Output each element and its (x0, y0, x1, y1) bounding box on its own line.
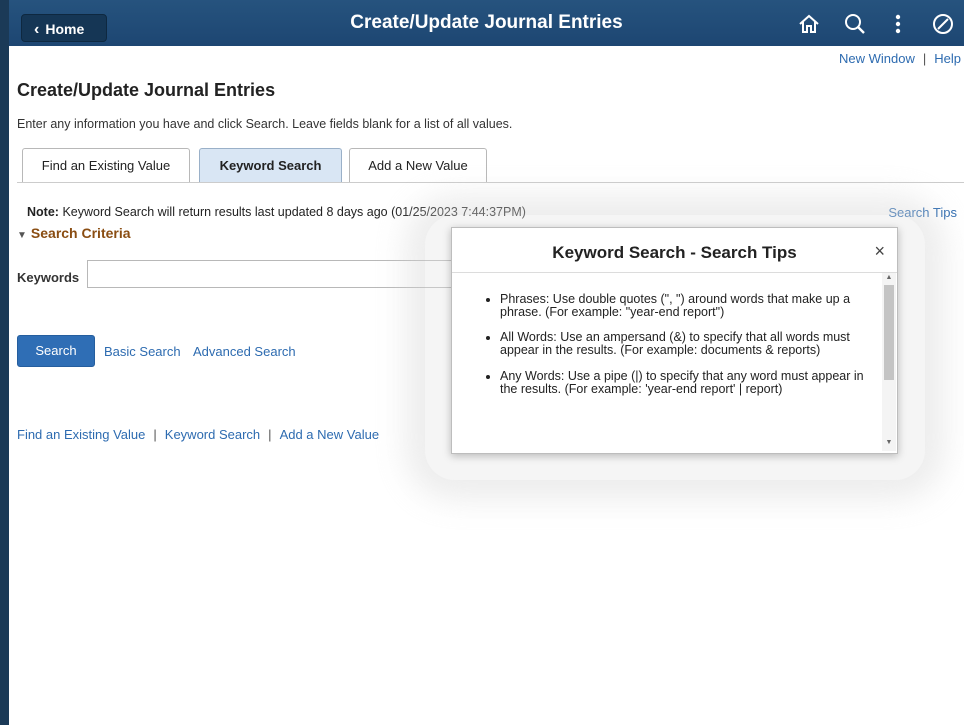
tab-label: Find an Existing Value (41, 158, 171, 173)
link-separator: | (153, 427, 157, 442)
bottom-links: Find an Existing Value | Keyword Search | Ad… (17, 427, 379, 442)
tab-keyword-search[interactable]: Keyword Search (199, 148, 342, 182)
actions-menu-icon[interactable] (884, 10, 912, 38)
bottom-link-add-new[interactable]: Add a New Value (280, 427, 380, 442)
keywords-label: Keywords (17, 270, 80, 285)
page-title: Create/Update Journal Entries (17, 80, 276, 100)
bottom-link-find-existing[interactable]: Find an Existing Value (17, 427, 145, 442)
modal-body: Phrases: Use double quotes (", ") around… (452, 273, 880, 451)
top-links: New Window | Help (839, 51, 961, 66)
link-separator: | (922, 51, 927, 66)
basic-search-link[interactable]: Basic Search (104, 344, 181, 359)
search-icon[interactable] (841, 10, 869, 38)
tips-list: Phrases: Use double quotes (", ") around… (452, 292, 880, 396)
note-prefix: Note: (27, 205, 59, 219)
instructions-text: Enter any information you have and click… (17, 117, 513, 131)
tab-label: Add a New Value (368, 158, 468, 173)
search-tips-modal: Keyword Search - Search Tips × Phrases: … (451, 227, 898, 454)
tab-divider (17, 182, 964, 183)
triangle-down-icon: ▼ (17, 230, 27, 241)
tip-item-all-words: All Words: Use an ampersand (&) to speci… (500, 331, 880, 357)
tip-item-any-words: Any Words: Use a pipe (|) to specify tha… (500, 369, 880, 396)
new-window-link[interactable]: New Window (839, 51, 915, 66)
search-criteria-label: Search Criteria (30, 225, 131, 241)
modal-scrollbar[interactable]: ▲ ▼ (882, 273, 896, 451)
modal-title: Keyword Search - Search Tips (552, 243, 797, 262)
tab-label: Keyword Search (219, 158, 322, 173)
link-separator: | (268, 427, 272, 442)
scroll-down-arrow-icon[interactable]: ▼ (884, 439, 894, 449)
advanced-search-link[interactable]: Advanced Search (193, 344, 296, 359)
tab-find-existing-value[interactable]: Find an Existing Value (22, 148, 190, 182)
scroll-thumb[interactable] (884, 285, 894, 380)
app-header: ‹ Home Create/Update Journal Entries (9, 0, 964, 46)
search-button[interactable]: Search (17, 335, 95, 367)
home-icon[interactable] (795, 10, 823, 38)
bottom-link-keyword-search[interactable]: Keyword Search (165, 427, 260, 442)
scroll-up-arrow-icon[interactable]: ▲ (884, 274, 894, 284)
help-link[interactable]: Help (934, 51, 961, 66)
tip-item-phrases: Phrases: Use double quotes (", ") around… (500, 292, 880, 319)
close-icon[interactable]: × (874, 241, 885, 262)
tab-add-new-value[interactable]: Add a New Value (349, 148, 487, 182)
left-edge-bar (0, 0, 9, 725)
navbar-icon[interactable] (929, 10, 957, 38)
search-criteria-toggle[interactable]: ▼ Search Criteria (17, 225, 131, 241)
